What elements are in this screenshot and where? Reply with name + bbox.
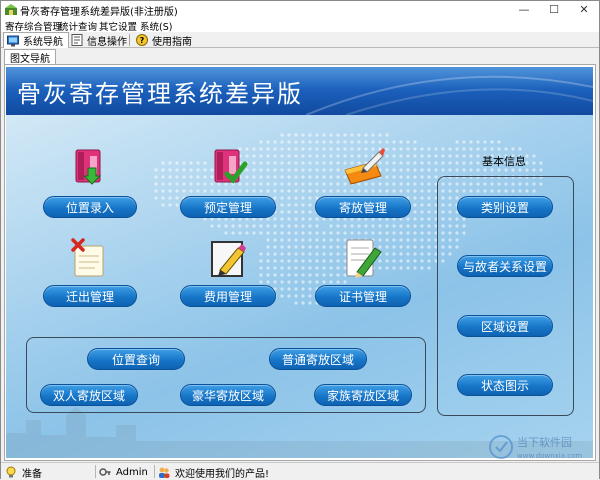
double-area-button[interactable]: 双人寄放区域 <box>40 384 138 406</box>
status-separator <box>154 465 155 478</box>
basic-info-heading: 基本信息 <box>482 155 526 168</box>
users-icon <box>159 467 170 478</box>
status-user: Admin <box>99 465 148 479</box>
header-banner: 骨灰寄存管理系统差异版 <box>6 67 593 115</box>
main-tab-bar: 系统导航 信息操作 ? 使用指南 <box>1 32 599 49</box>
user-key-icon <box>99 468 111 476</box>
tab-system-navigation-label: 系统导航 <box>23 37 63 48</box>
tab-info-operations-label: 信息操作 <box>87 36 127 48</box>
binder-check-icon[interactable] <box>209 146 249 188</box>
tab-user-guide-label: 使用指南 <box>152 36 192 48</box>
tab-user-guide[interactable]: ? 使用指南 <box>132 32 198 48</box>
status-bar: 准备 Admin 欢迎使用我们的产品! <box>1 462 599 480</box>
watermark-en-text: www.downxia.com <box>517 452 582 460</box>
ready-lamp-icon <box>6 466 16 478</box>
menu-statistics[interactable]: 统计查询 <box>59 19 97 33</box>
banner-arc-decoration <box>306 75 593 115</box>
menu-bar: 寄存综合管理 统计查询 其它设置 系统(S) <box>1 18 599 33</box>
status-user-text: Admin <box>116 466 148 478</box>
sub-tab-bar: 图文导航 <box>1 48 599 65</box>
pencil-paper-icon[interactable] <box>208 238 248 280</box>
status-chart-button[interactable]: 状态图示 <box>457 374 553 396</box>
category-settings-button[interactable]: 类别设置 <box>457 196 553 218</box>
title-bar: 骨灰寄存管理系统差异版(非注册版) — ☐ ✕ <box>1 1 599 18</box>
location-entry-button[interactable]: 位置录入 <box>43 196 137 218</box>
navigation-stage: 位置录入 预定管理 寄放管理 迁出管理 费用管理 证书管理 位置查询 普通寄放区… <box>6 115 593 458</box>
normal-area-button[interactable]: 普通寄放区域 <box>269 348 367 370</box>
app-logo-icon <box>5 4 17 15</box>
reservation-management-button[interactable]: 预定管理 <box>180 196 276 218</box>
menu-storage-management[interactable]: 寄存综合管理 <box>5 19 62 33</box>
status-message: 欢迎使用我们的产品! <box>158 465 270 480</box>
status-state: 准备 <box>5 465 42 480</box>
certificate-edit-icon[interactable] <box>343 236 383 278</box>
tab-system-navigation[interactable]: 系统导航 <box>3 32 69 49</box>
status-state-text: 准备 <box>22 468 42 480</box>
tab-info-operations[interactable]: 信息操作 <box>67 32 133 48</box>
deposit-management-button[interactable]: 寄放管理 <box>315 196 411 218</box>
minimize-button[interactable]: — <box>509 1 539 18</box>
fee-management-button[interactable]: 费用管理 <box>180 285 276 307</box>
watermark-cn-text: 当下软件园 <box>517 435 572 449</box>
luxury-area-button[interactable]: 豪华寄放区域 <box>180 384 276 406</box>
status-separator <box>95 465 96 478</box>
menu-other-settings[interactable]: 其它设置 <box>99 19 137 33</box>
delete-document-icon[interactable] <box>69 238 109 280</box>
help-icon: ? <box>136 34 148 46</box>
menu-system[interactable]: 系统(S) <box>140 19 172 33</box>
monitor-icon <box>7 35 19 46</box>
window-title: 骨灰寄存管理系统差异版(非注册版) <box>20 7 178 18</box>
close-button[interactable]: ✕ <box>569 1 599 18</box>
watermark: 当下软件园 www.downxia.com <box>487 432 593 462</box>
location-query-button[interactable]: 位置查询 <box>87 348 185 370</box>
subtab-graphic-navigation[interactable]: 图文导航 <box>4 49 56 65</box>
area-settings-button[interactable]: 区域设置 <box>457 315 553 337</box>
svg-text:?: ? <box>140 36 145 45</box>
certificate-management-button[interactable]: 证书管理 <box>315 285 411 307</box>
status-message-text: 欢迎使用我们的产品! <box>175 468 270 480</box>
tab-separator <box>129 34 130 46</box>
move-out-management-button[interactable]: 迁出管理 <box>43 285 137 307</box>
form-icon <box>71 34 83 46</box>
app-window: 骨灰寄存管理系统差异版(非注册版) — ☐ ✕ 寄存综合管理 统计查询 其它设置… <box>0 0 600 480</box>
edit-folder-icon[interactable] <box>341 146 385 188</box>
binder-icon[interactable] <box>68 146 108 188</box>
family-area-button[interactable]: 家族寄放区域 <box>314 384 412 406</box>
relation-settings-button[interactable]: 与故者关系设置 <box>457 255 553 277</box>
banner-title: 骨灰寄存管理系统差异版 <box>17 80 303 108</box>
maximize-button[interactable]: ☐ <box>539 1 569 18</box>
